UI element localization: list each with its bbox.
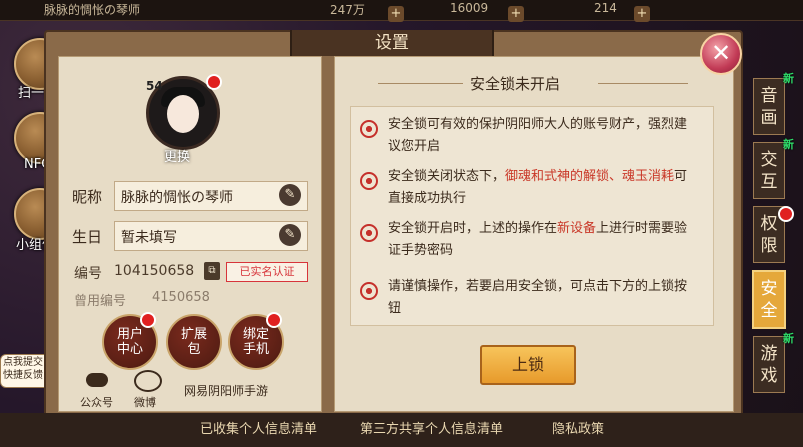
id-value: 104150658 (114, 263, 195, 279)
birthday-label: 生日 (72, 228, 103, 246)
collected-info-link[interactable]: 已收集个人信息清单 (200, 418, 317, 437)
nickname-label: 昵称 (72, 188, 103, 206)
security-status-title: 安全锁未开启 (470, 75, 561, 93)
stamina-value: 214 (594, 1, 617, 15)
tab-security-label: 安全 (760, 278, 778, 321)
coins-value: 247万 (330, 3, 365, 17)
add-coins-button[interactable]: + (384, 2, 404, 22)
avatar-face (167, 95, 199, 133)
header-divider-left (378, 83, 463, 84)
top-status-bar: 脉脉的惆怅の琴师 247万 + 16009 + 214 + (0, 0, 803, 22)
p2-text-a: 安全锁关闭状态下， (388, 169, 506, 184)
privacy-policy-link[interactable]: 隐私政策 (552, 418, 604, 437)
former-id-value: 4150658 (152, 290, 210, 305)
third-party-info-link[interactable]: 第三方共享个人信息清单 (360, 418, 503, 437)
bullet-icon (360, 224, 378, 242)
tab-interaction-new-badge: 新 (783, 138, 794, 151)
birthday-field[interactable]: 暂未填写 ✎ (114, 221, 308, 251)
tab-interaction-label: 交互 (760, 149, 778, 192)
former-id-label: 曾用编号 (74, 294, 127, 309)
p2-highlight: 御魂和式神的解锁、魂玉消耗 (505, 169, 675, 184)
expansion-pack-label: 扩展包 (180, 327, 207, 357)
lock-button[interactable]: 上锁 (480, 345, 576, 385)
security-paragraph-2: 安全锁关闭状态下，御魂和式神的解锁、魂玉消耗可直接成功执行 (388, 166, 688, 210)
expansion-pack-button[interactable]: 扩展包 (166, 314, 222, 370)
tab-audio-visual-new-badge: 新 (783, 72, 794, 85)
header-divider-right (598, 83, 688, 84)
tab-game[interactable]: 游戏 (753, 336, 785, 393)
nickname-value: 脉脉的惆怅の琴师 (121, 190, 233, 206)
tab-permissions-label: 权限 (760, 213, 778, 256)
dialog-title: 设置 (290, 30, 494, 56)
edit-nickname-icon[interactable]: ✎ (279, 184, 301, 206)
level-badge: 54 (146, 79, 163, 93)
verified-badge: 已实名认证 (226, 262, 308, 282)
weibo-label: 微博 (134, 396, 156, 409)
security-paragraph-4: 请谨慎操作，若要启用安全锁，可点击下方的上锁按钮 (388, 279, 688, 316)
edit-birthday-icon[interactable]: ✎ (279, 224, 301, 246)
tab-game-label: 游戏 (760, 343, 778, 386)
wechat-icon[interactable] (86, 373, 108, 387)
security-paragraph-3: 安全锁开启时，上述的操作在新设备上进行时需要验证手势密码 (388, 218, 688, 262)
wechat-label: 公众号 (80, 396, 113, 409)
nickname-field[interactable]: 脉脉的惆怅の琴师 ✎ (114, 181, 308, 211)
security-paragraph-1: 安全锁可有效的保护阴阳师大人的账号财产，强烈建议您开启 (388, 117, 688, 154)
tab-security[interactable]: 安全 (752, 270, 786, 329)
tab-audio-visual-label: 音画 (760, 85, 778, 128)
bullet-icon (360, 172, 378, 190)
id-label: 编号 (74, 266, 102, 282)
tab-permissions-red-dot (778, 206, 794, 222)
change-avatar-label[interactable]: 更换 (164, 146, 190, 165)
copy-icon[interactable]: ⧉ (204, 262, 220, 280)
bullet-icon (360, 282, 378, 300)
user-center-red-dot (140, 312, 156, 328)
bullet-icon (360, 120, 378, 138)
tab-audio-visual[interactable]: 音画 (753, 78, 785, 135)
jade-value: 16009 (450, 1, 489, 15)
avatar-red-dot (206, 74, 222, 90)
p3-text-a: 安全锁开启时，上述的操作在 (388, 221, 558, 236)
birthday-value: 暂未填写 (121, 230, 177, 246)
tab-interaction[interactable]: 交互 (753, 142, 785, 199)
player-name: 脉脉的惆怅の琴师 (44, 3, 141, 17)
add-stamina-button[interactable]: + (630, 2, 650, 22)
bind-phone-label: 绑定手机 (242, 327, 269, 357)
bind-phone-red-dot (266, 312, 282, 328)
add-jade-button[interactable]: + (504, 2, 524, 22)
weibo-icon[interactable] (134, 370, 162, 392)
netease-label: 网易阴阳师手游 (184, 384, 269, 398)
tab-game-new-badge: 新 (783, 332, 794, 345)
close-icon[interactable]: ✕ (700, 33, 742, 75)
p3-highlight: 新设备 (557, 221, 597, 236)
user-center-label: 用户中心 (116, 327, 143, 357)
